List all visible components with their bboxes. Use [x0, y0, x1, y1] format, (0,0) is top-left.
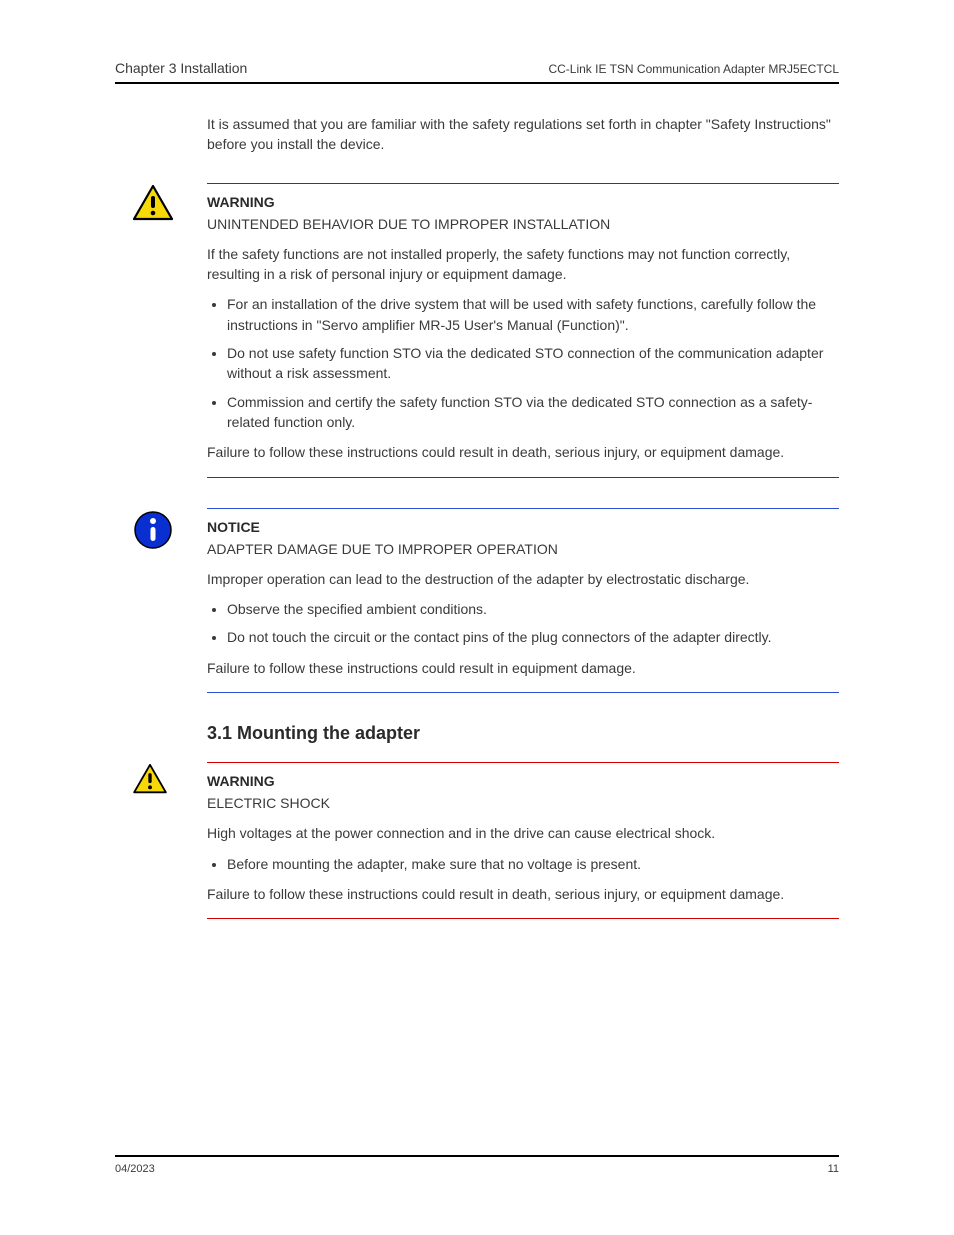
- warning-footer: Failure to follow these instructions cou…: [207, 884, 839, 904]
- notice-bullets: Observe the specified ambient conditions…: [227, 599, 839, 648]
- warning-footer: Failure to follow these instructions cou…: [207, 442, 839, 462]
- notice-label: NOTICE: [207, 519, 839, 535]
- warning-subtitle: ELECTRIC SHOCK: [207, 793, 839, 813]
- notice-subtitle: ADAPTER DAMAGE DUE TO IMPROPER OPERATION: [207, 539, 839, 559]
- divider-blue-bottom: [207, 692, 839, 693]
- warning-label: WARNING: [207, 773, 839, 789]
- bullet-item: Do not use safety function STO via the d…: [227, 343, 839, 384]
- page-footer: 04/2023 11: [115, 1155, 839, 1175]
- notice-icon: [133, 510, 207, 550]
- intro-paragraph: It is assumed that you are familiar with…: [207, 114, 839, 155]
- warning-block-2: WARNING ELECTRIC SHOCK High voltages at …: [115, 762, 839, 919]
- footer-page-number: 11: [828, 1163, 839, 1175]
- bullet-item: For an installation of the drive system …: [227, 294, 839, 335]
- bullet-item: Do not touch the circuit or the contact …: [227, 627, 839, 647]
- divider-red-bottom: [207, 918, 839, 919]
- bullet-item: Before mounting the adapter, make sure t…: [227, 854, 839, 874]
- page-header: Chapter 3 Installation CC-Link IE TSN Co…: [115, 60, 839, 84]
- warning-bullets: For an installation of the drive system …: [227, 294, 839, 432]
- document-title: CC-Link IE TSN Communication Adapter MRJ…: [548, 62, 839, 76]
- notice-block: NOTICE ADAPTER DAMAGE DUE TO IMPROPER OP…: [115, 508, 839, 693]
- warning-body: High voltages at the power connection an…: [207, 823, 839, 843]
- section-heading-mounting: 3.1 Mounting the adapter: [207, 723, 839, 744]
- notice-footer: Failure to follow these instructions cou…: [207, 658, 839, 678]
- warning-icon: [133, 185, 207, 221]
- warning-icon: [133, 764, 207, 794]
- warning-subtitle: UNINTENDED BEHAVIOR DUE TO IMPROPER INST…: [207, 214, 839, 234]
- divider-red-bottom: [207, 477, 839, 478]
- divider-blue-top: [207, 508, 839, 509]
- warning-label: WARNING: [207, 194, 839, 210]
- divider-red-top: [207, 762, 839, 763]
- footer-date: 04/2023: [115, 1163, 155, 1175]
- divider-red-top: [207, 183, 839, 184]
- bullet-item: Observe the specified ambient conditions…: [227, 599, 839, 619]
- warning-body: If the safety functions are not installe…: [207, 244, 839, 285]
- bullet-item: Commission and certify the safety functi…: [227, 392, 839, 433]
- chapter-title: Chapter 3 Installation: [115, 60, 247, 76]
- warning-bullets: Before mounting the adapter, make sure t…: [227, 854, 839, 874]
- notice-body: Improper operation can lead to the destr…: [207, 569, 839, 589]
- warning-block-1: WARNING UNINTENDED BEHAVIOR DUE TO IMPRO…: [115, 183, 839, 478]
